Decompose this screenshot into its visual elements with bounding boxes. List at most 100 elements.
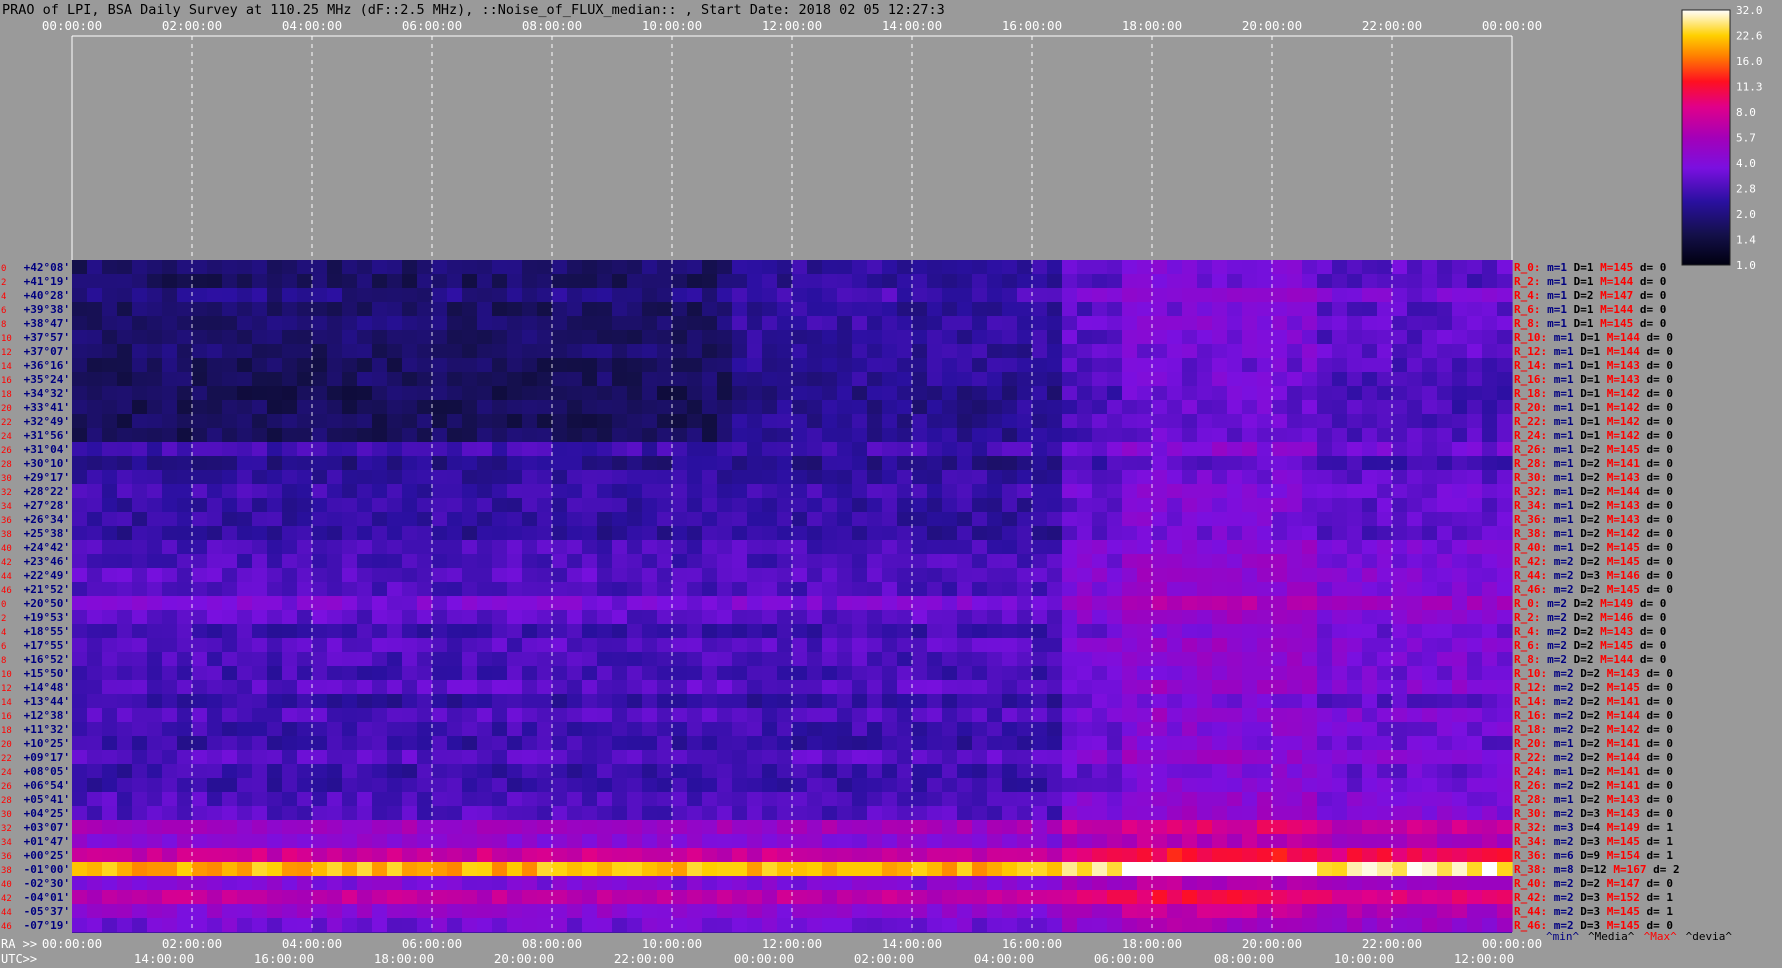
heatmap-cell <box>1212 764 1228 778</box>
heatmap-cell <box>1212 498 1228 512</box>
row-stat: R_46: m=2 D=2 M=145 d= 0 <box>1514 583 1673 596</box>
heatmap-cell <box>957 624 973 638</box>
heatmap-cell <box>1107 722 1123 736</box>
heatmap-cell <box>1362 792 1378 806</box>
heatmap-cell <box>342 638 358 652</box>
heatmap-cell <box>207 806 223 820</box>
heatmap-cell <box>1062 918 1078 932</box>
heatmap-cell <box>807 288 823 302</box>
heatmap-cell <box>942 610 958 624</box>
heatmap-cell <box>597 358 613 372</box>
heatmap-cell <box>1317 330 1333 344</box>
heatmap-cell <box>312 862 328 876</box>
heatmap-cell <box>1197 330 1213 344</box>
heatmap-cell <box>507 358 523 372</box>
heatmap-cell <box>177 484 193 498</box>
heatmap-cell <box>522 652 538 666</box>
heatmap-cell <box>1122 582 1138 596</box>
heatmap-cell <box>1242 806 1258 820</box>
heatmap-cell <box>1287 666 1303 680</box>
heatmap-cell <box>1392 736 1408 750</box>
heatmap-cell <box>1077 862 1093 876</box>
heatmap-cell <box>1152 736 1168 750</box>
heatmap-cell <box>777 302 793 316</box>
heatmap-cell <box>1257 708 1273 722</box>
row-stat-part: m=1 <box>1541 303 1568 316</box>
row-stat-part: m=1 <box>1547 737 1574 750</box>
heatmap-cell <box>1062 764 1078 778</box>
heatmap-cell <box>1152 722 1168 736</box>
heatmap-cell <box>897 442 913 456</box>
heatmap-cell <box>822 484 838 498</box>
heatmap-cell <box>957 918 973 932</box>
heatmap-cell <box>582 792 598 806</box>
row-stat-part: D=2 <box>1574 513 1601 526</box>
heatmap-cell <box>687 694 703 708</box>
heatmap-cell <box>687 554 703 568</box>
heatmap-cell <box>1122 722 1138 736</box>
heatmap-cell <box>687 372 703 386</box>
heatmap-cell <box>867 806 883 820</box>
heatmap-cell <box>507 680 523 694</box>
heatmap-cell <box>282 596 298 610</box>
heatmap-cell <box>1002 722 1018 736</box>
heatmap-cell <box>1152 750 1168 764</box>
heatmap-cell <box>327 260 343 274</box>
heatmap-cell <box>597 736 613 750</box>
heatmap-cell <box>1017 638 1033 652</box>
heatmap-cell <box>117 526 133 540</box>
heatmap-cell <box>882 624 898 638</box>
row-stat: R_12: m=1 D=1 M=144 d= 0 <box>1514 345 1673 358</box>
heatmap-cell <box>492 456 508 470</box>
heatmap-cell <box>192 582 208 596</box>
heatmap-cell <box>642 638 658 652</box>
heatmap-cell <box>1227 750 1243 764</box>
heatmap-cell <box>72 876 88 890</box>
heatmap-cell <box>1182 652 1198 666</box>
heatmap-cell <box>882 344 898 358</box>
heatmap-cell <box>702 414 718 428</box>
heatmap-cell <box>1182 722 1198 736</box>
heatmap-cell <box>1347 624 1363 638</box>
heatmap-cell <box>807 764 823 778</box>
heatmap-cell <box>732 316 748 330</box>
heatmap-cell <box>747 624 763 638</box>
heatmap-cell <box>522 498 538 512</box>
heatmap-cell <box>552 778 568 792</box>
heatmap-cell <box>162 736 178 750</box>
heatmap-cell <box>342 302 358 316</box>
heatmap-cell <box>567 834 583 848</box>
heatmap-cell <box>432 274 448 288</box>
heatmap-cell <box>1497 414 1513 428</box>
heatmap-cell <box>132 848 148 862</box>
heatmap-cell <box>1497 834 1513 848</box>
heatmap-cell <box>492 260 508 274</box>
heatmap-cell <box>192 820 208 834</box>
heatmap-cell <box>1422 680 1438 694</box>
heatmap-cell <box>837 638 853 652</box>
heatmap-cell <box>252 540 268 554</box>
heatmap-cell <box>312 778 328 792</box>
heatmap-cell <box>1437 862 1453 876</box>
heatmap-cell <box>1332 694 1348 708</box>
heatmap-cell <box>1047 680 1063 694</box>
heatmap-cell <box>417 778 433 792</box>
heatmap-cell <box>297 484 313 498</box>
heatmap-cell <box>402 918 418 932</box>
heatmap-cell <box>972 638 988 652</box>
heatmap-cell <box>747 638 763 652</box>
heatmap-cell <box>1437 428 1453 442</box>
row-index: 32 <box>1 824 12 834</box>
heatmap-cell <box>972 918 988 932</box>
heatmap-cell <box>432 582 448 596</box>
heatmap-cell <box>207 442 223 456</box>
heatmap-cell <box>912 540 928 554</box>
heatmap-cell <box>1092 428 1108 442</box>
heatmap-cell <box>267 442 283 456</box>
heatmap-cell <box>1407 680 1423 694</box>
heatmap-cell <box>1407 848 1423 862</box>
heatmap-cell <box>927 722 943 736</box>
heatmap-cell <box>117 610 133 624</box>
heatmap-cell <box>582 456 598 470</box>
heatmap-cell <box>852 414 868 428</box>
